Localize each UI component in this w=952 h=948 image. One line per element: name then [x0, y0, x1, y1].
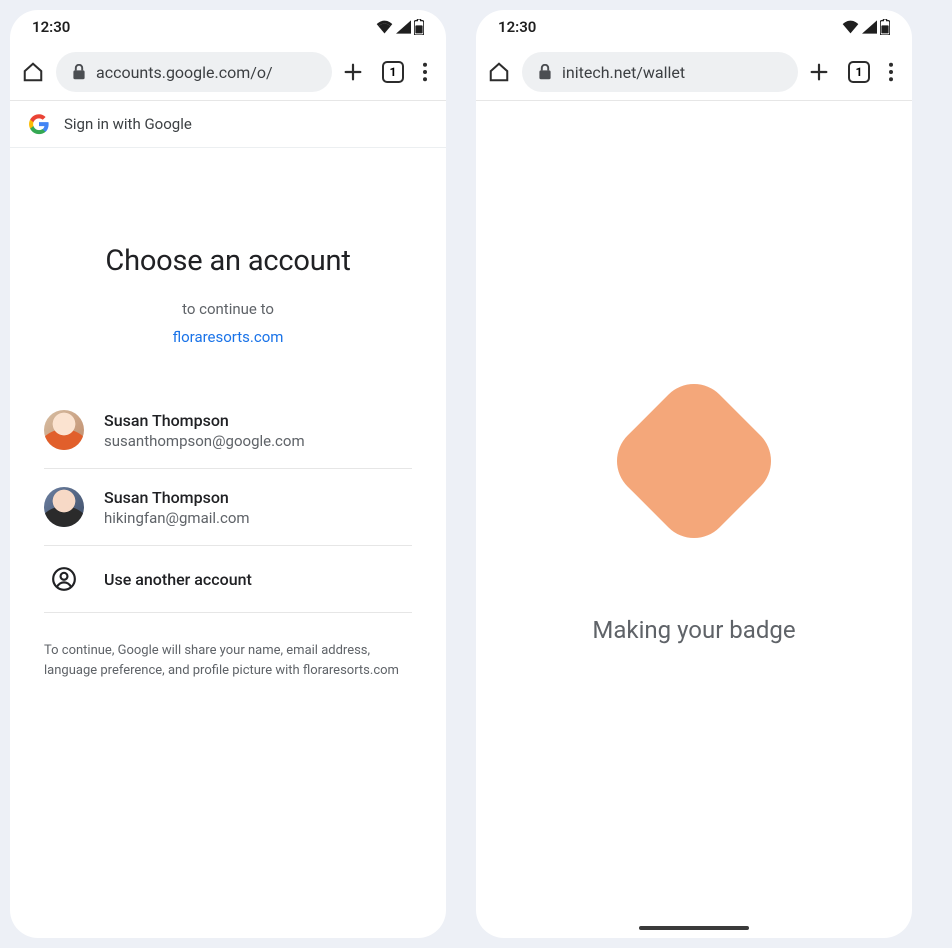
person-icon [51, 566, 77, 592]
use-another-account-label: Use another account [104, 570, 252, 589]
page-title: Choose an account [44, 244, 412, 278]
loading-message: Making your badge [592, 616, 795, 644]
lock-icon [538, 64, 552, 80]
account-name: Susan Thompson [104, 488, 250, 507]
home-button[interactable] [486, 59, 512, 85]
status-time: 12:30 [32, 18, 70, 36]
status-bar: 12:30 [10, 10, 446, 44]
status-icons [842, 19, 890, 35]
home-button[interactable] [20, 59, 46, 85]
battery-icon [880, 19, 890, 35]
phone-right: 12:30 initech.net/wallet 1 Making your b… [476, 10, 912, 938]
continue-label: to continue to [44, 300, 412, 318]
lock-icon [72, 64, 86, 80]
disclosure-text: To continue, Google will share your name… [44, 641, 412, 680]
url-text: accounts.google.com/o/ [96, 63, 273, 82]
sign-in-banner: Sign in with Google [10, 101, 446, 148]
phone-left: 12:30 accounts.google.com/o/ 1 Sign in w [10, 10, 446, 938]
cell-icon [396, 20, 411, 34]
tab-count: 1 [390, 65, 397, 79]
home-icon [488, 61, 510, 83]
browser-toolbar: accounts.google.com/o/ 1 [10, 44, 446, 100]
tab-switcher-button[interactable]: 1 [382, 61, 404, 83]
account-row[interactable]: Susan Thompson hikingfan@gmail.com [44, 469, 412, 546]
account-email: hikingfan@gmail.com [104, 509, 250, 527]
cell-icon [862, 20, 877, 34]
account-list: Susan Thompson susanthompson@google.com … [44, 392, 412, 613]
new-tab-button[interactable] [808, 61, 830, 83]
use-another-account-button[interactable]: Use another account [44, 546, 412, 613]
account-name: Susan Thompson [104, 411, 305, 430]
status-bar: 12:30 [476, 10, 912, 44]
loading-shape-icon [602, 369, 786, 553]
tab-count: 1 [856, 65, 863, 79]
wifi-icon [376, 20, 393, 34]
battery-icon [414, 19, 424, 35]
status-icons [376, 19, 424, 35]
account-email: susanthompson@google.com [104, 432, 305, 450]
url-bar[interactable]: accounts.google.com/o/ [56, 52, 332, 92]
tab-switcher-button[interactable]: 1 [848, 61, 870, 83]
account-chooser: Choose an account to continue to florare… [10, 148, 446, 680]
gesture-bar [639, 926, 749, 930]
account-row[interactable]: Susan Thompson susanthompson@google.com [44, 392, 412, 469]
loading-content: Making your badge [476, 101, 912, 938]
new-tab-button[interactable] [342, 61, 364, 83]
avatar [44, 487, 84, 527]
url-text: initech.net/wallet [562, 63, 685, 82]
avatar [44, 410, 84, 450]
status-time: 12:30 [498, 18, 536, 36]
overflow-menu-button[interactable] [888, 62, 894, 82]
relying-party-link[interactable]: floraresorts.com [44, 328, 412, 346]
browser-toolbar: initech.net/wallet 1 [476, 44, 912, 100]
wifi-icon [842, 20, 859, 34]
google-logo-icon [28, 113, 50, 135]
home-icon [22, 61, 44, 83]
url-bar[interactable]: initech.net/wallet [522, 52, 798, 92]
overflow-menu-button[interactable] [422, 62, 428, 82]
sign-in-banner-text: Sign in with Google [64, 115, 192, 133]
